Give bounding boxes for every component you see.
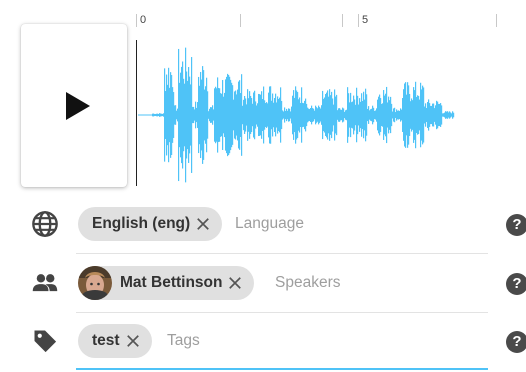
tag-icon (34, 330, 57, 353)
ruler-tick (496, 14, 497, 27)
speaker-chip-label: Mat Bettinson (120, 274, 223, 291)
tags-input[interactable]: Tags (167, 332, 200, 350)
waveform[interactable] (138, 40, 458, 190)
speakers-field: Mat Bettinson Speakers ? (0, 255, 526, 311)
divider (76, 253, 488, 254)
ruler-tick (240, 14, 241, 27)
tags-field: test Tags ? (0, 313, 526, 369)
help-icon[interactable]: ? (506, 214, 526, 236)
play-button[interactable] (21, 24, 127, 187)
tag-chip-label: test (92, 332, 120, 349)
close-icon[interactable] (194, 215, 212, 233)
people-icon (32, 274, 58, 292)
language-field: English (eng) Language ? (0, 196, 526, 252)
globe-icon (32, 211, 58, 237)
help-icon[interactable]: ? (506, 273, 526, 295)
language-chip-label: English (eng) (92, 215, 191, 232)
tag-chip[interactable]: test (78, 324, 152, 358)
help-icon[interactable]: ? (506, 331, 526, 353)
ruler-label-5: 5 (362, 14, 369, 26)
timeline-ruler: 0 5 (136, 14, 526, 28)
ruler-tick (342, 14, 343, 27)
language-chip[interactable]: English (eng) (78, 207, 223, 241)
ruler-tick (358, 14, 359, 27)
speaker-chip[interactable]: Mat Bettinson (78, 266, 255, 300)
avatar (78, 266, 112, 300)
close-icon[interactable] (226, 274, 244, 292)
close-icon[interactable] (124, 332, 142, 350)
play-icon (66, 92, 90, 120)
playhead-cursor[interactable] (136, 40, 137, 186)
language-input[interactable]: Language (235, 215, 304, 233)
speakers-input[interactable]: Speakers (275, 274, 340, 292)
tags-input-focus-underline (76, 368, 488, 370)
ruler-tick (136, 14, 137, 27)
ruler-label-0: 0 (140, 14, 147, 26)
